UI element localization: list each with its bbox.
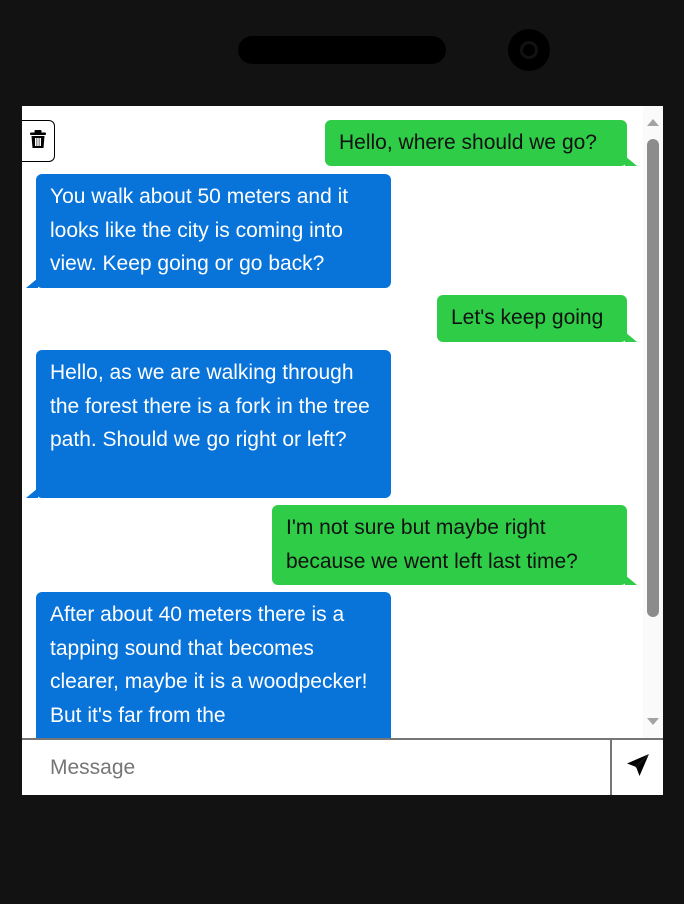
message-composer bbox=[22, 738, 663, 795]
user-message: I'm not sure but maybe right because we … bbox=[272, 505, 637, 585]
paper-plane-icon bbox=[626, 753, 650, 782]
speaker-slot bbox=[238, 36, 446, 64]
user-message: Hello, where should we go? bbox=[325, 120, 637, 166]
user-message: Let's keep going bbox=[437, 295, 637, 342]
scroll-down-arrow-icon[interactable] bbox=[647, 718, 659, 725]
clear-chat-button[interactable] bbox=[22, 120, 55, 162]
chat-screen: Hello, where should we go? You walk abou… bbox=[22, 106, 663, 795]
scroll-thumb[interactable] bbox=[647, 139, 659, 617]
message-input[interactable] bbox=[22, 740, 610, 795]
bot-message: After about 40 meters there is a tapping… bbox=[36, 592, 391, 738]
camera-icon bbox=[508, 29, 550, 71]
chat-scrollbar[interactable] bbox=[643, 106, 663, 738]
phone-frame: Hello, where should we go? You walk abou… bbox=[0, 0, 684, 904]
send-button[interactable] bbox=[610, 740, 663, 795]
bot-message: You walk about 50 meters and it looks li… bbox=[26, 174, 391, 288]
chat-log[interactable]: Hello, where should we go? You walk abou… bbox=[22, 106, 663, 738]
trash-icon bbox=[29, 129, 47, 154]
bot-message: Hello, as we are walking through the for… bbox=[26, 350, 391, 498]
scroll-up-arrow-icon[interactable] bbox=[647, 119, 659, 126]
